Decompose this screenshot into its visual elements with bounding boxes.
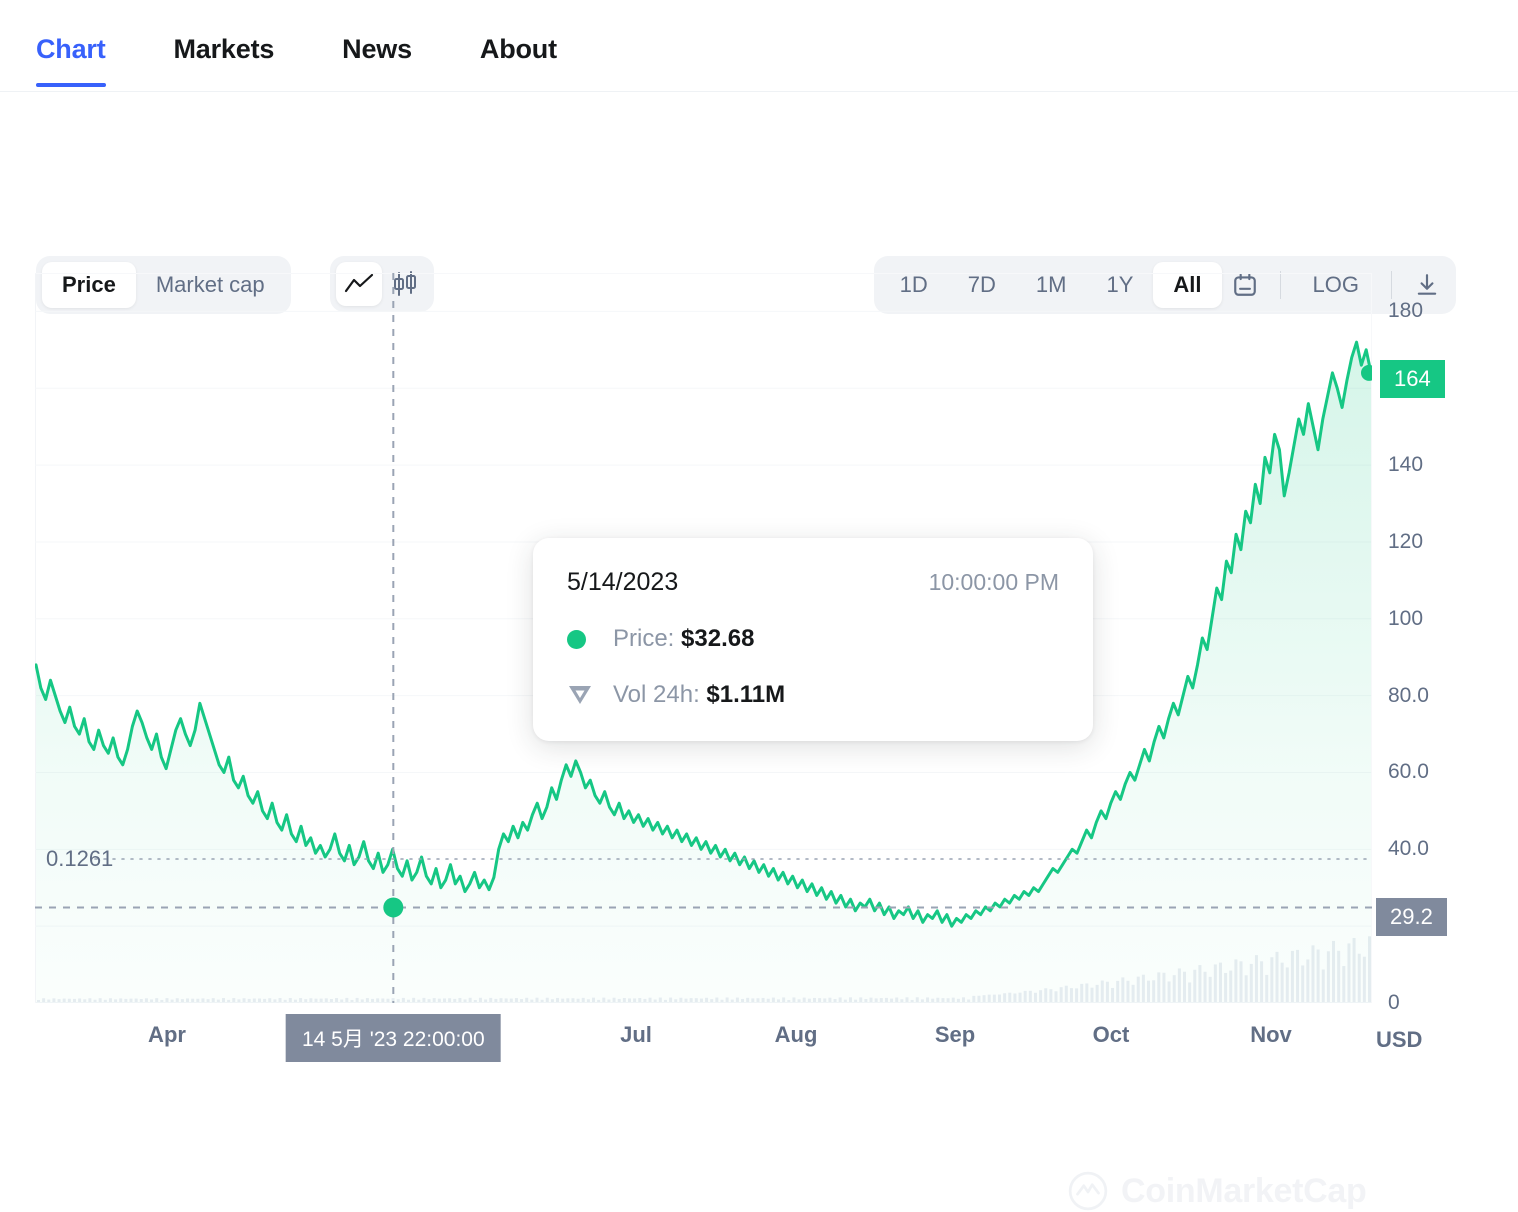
- coinmarketcap-watermark-text: CoinMarketCap: [1121, 1171, 1367, 1210]
- crosshair-date-badge: 14 5月 '23 22:00:00: [285, 1014, 501, 1062]
- coinmarketcap-logo-icon: [1068, 1171, 1108, 1211]
- y-axis-tick: 180: [1388, 299, 1424, 323]
- tab-about-label: About: [479, 34, 557, 64]
- tooltip-volume-value: $1.11M: [706, 681, 786, 708]
- y-axis-tick: 60.0: [1388, 760, 1429, 784]
- y-axis-tick: 40.0: [1388, 837, 1429, 861]
- tab-bar: Chart Markets News About: [0, 0, 1518, 92]
- price-dot-icon: [567, 629, 613, 649]
- tooltip-date: 5/14/2023: [567, 568, 679, 596]
- chart-toolbar: Price Market cap 1D 7D 1M 1Y All LOG: [0, 92, 1518, 314]
- y-axis-tick: 100: [1388, 606, 1424, 630]
- crosshair-price-badge: 29.2: [1376, 898, 1447, 937]
- y-axis-tick: 80.0: [1388, 683, 1429, 707]
- x-axis-tick: Aug: [774, 1022, 818, 1047]
- tab-markets-label: Markets: [173, 34, 275, 64]
- crosshair-dot: [383, 897, 404, 918]
- tab-chart-label: Chart: [36, 34, 106, 64]
- y-axis-tick: 120: [1388, 529, 1424, 553]
- chart-tooltip: 5/14/2023 10:00:00 PM Price: $32.68 Vol …: [533, 538, 1093, 741]
- x-axis-tick: Nov: [1250, 1022, 1292, 1047]
- x-axis: Nov Oct Sep Aug Jul Apr 14 5月 '23 22:00:00: [0, 1014, 1518, 1072]
- x-axis-tick: Oct: [1092, 1022, 1130, 1047]
- tab-about[interactable]: About: [480, 0, 557, 87]
- x-axis-tick: Jul: [620, 1022, 652, 1047]
- last-price-badge: 164: [1380, 359, 1445, 398]
- y-axis-tick: 140: [1388, 453, 1424, 477]
- y-axis-tick: 0: [1388, 991, 1400, 1014]
- x-axis-tick: Apr: [148, 1022, 186, 1047]
- tooltip-volume-text: Vol 24h: $1.11M: [613, 681, 785, 709]
- tab-list: Chart Markets News About: [36, 0, 625, 87]
- tooltip-price-value: $32.68: [681, 625, 755, 652]
- tooltip-price-text: Price: $32.68: [613, 625, 754, 653]
- tooltip-price-row: Price: $32.68: [567, 625, 1059, 653]
- tab-chart[interactable]: Chart: [36, 0, 106, 87]
- x-axis-tick: Sep: [934, 1022, 976, 1047]
- tooltip-volume-row: Vol 24h: $1.11M: [567, 681, 1059, 709]
- volume-shield-icon: [567, 683, 613, 707]
- tab-news-label: News: [342, 34, 412, 64]
- tab-news[interactable]: News: [342, 0, 412, 87]
- tooltip-header: 5/14/2023 10:00:00 PM: [567, 568, 1059, 597]
- coinmarketcap-watermark: CoinMarketCap: [1067, 1170, 1367, 1212]
- tab-markets[interactable]: Markets: [174, 0, 275, 87]
- tooltip-price-label: Price:: [613, 625, 675, 652]
- all-time-low-label: 0.1261: [46, 846, 114, 871]
- tooltip-time: 10:00:00 PM: [928, 569, 1059, 595]
- y-axis: 020.040.060.080.0100120140160180 164 29.…: [1376, 273, 1510, 1014]
- tooltip-volume-label: Vol 24h:: [613, 681, 700, 708]
